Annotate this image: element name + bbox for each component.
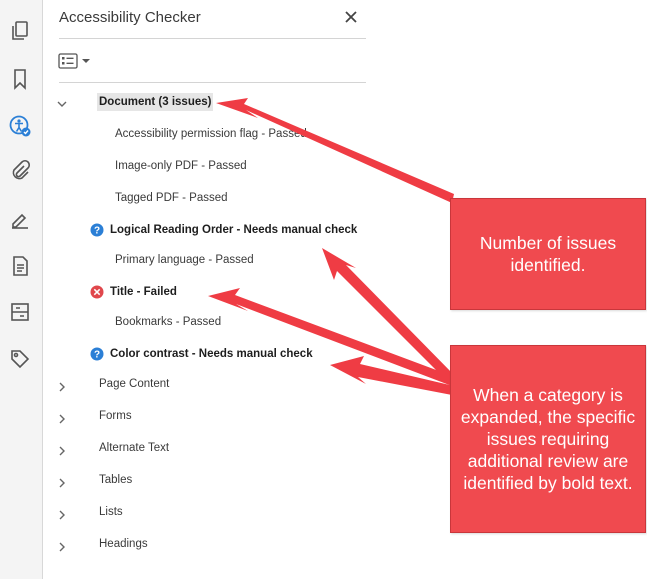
category-forms[interactable]: Forms	[99, 405, 132, 427]
svg-text:?: ?	[94, 226, 100, 237]
tree-item[interactable]: Bookmarks - Passed	[115, 311, 221, 333]
category-label: Page Content	[99, 378, 170, 390]
tool-rail	[0, 0, 43, 579]
chevron-right-icon[interactable]	[56, 509, 68, 521]
chevron-right-icon[interactable]	[56, 445, 68, 457]
tree-item-label: Title - Failed	[110, 286, 177, 298]
category-label: Headings	[99, 538, 148, 550]
tree-item-issue[interactable]: ? Color contrast - Needs manual check	[90, 343, 313, 365]
category-headings[interactable]: Headings	[99, 533, 148, 555]
category-label: Tables	[99, 474, 133, 486]
chevron-right-icon[interactable]	[56, 541, 68, 553]
tree-item-label: Logical Reading Order - Needs manual che…	[110, 224, 358, 236]
category-label: Alternate Text	[99, 442, 170, 454]
tree-item-issue[interactable]: ? Logical Reading Order - Needs manual c…	[90, 219, 357, 241]
callout-issue-count-text: Number of issues identified.	[479, 233, 617, 275]
chevron-right-icon[interactable]	[56, 381, 68, 393]
help-icon: ?	[90, 223, 104, 237]
category-tables[interactable]: Tables	[99, 469, 132, 491]
tree-item-label: Image-only PDF - Passed	[115, 160, 247, 172]
tree-item-label: Tagged PDF - Passed	[115, 192, 228, 204]
tree-item[interactable]: Image-only PDF - Passed	[115, 155, 247, 177]
caret-down-icon	[82, 59, 90, 63]
options-button[interactable]	[58, 50, 96, 72]
chevron-right-icon[interactable]	[56, 477, 68, 489]
tree-item[interactable]: Accessibility permission flag - Passed	[115, 123, 307, 145]
callout-expanded-text: When a category is expanded, the specifi…	[460, 385, 636, 493]
tree-item-label: Color contrast - Needs manual check	[110, 348, 313, 360]
close-icon	[345, 11, 357, 23]
tag-icon[interactable]	[7, 346, 33, 372]
callout-issue-count: Number of issues identified.	[450, 198, 646, 310]
tree-item[interactable]: Primary language - Passed	[115, 249, 254, 271]
bookmark-icon[interactable]	[7, 66, 33, 92]
category-label: Lists	[99, 506, 123, 518]
divider	[59, 82, 366, 83]
pages-icon[interactable]	[7, 18, 33, 44]
document-icon[interactable]	[7, 253, 33, 279]
accessibility-checker-panel: Accessibility Checker Document (3 issues…	[43, 0, 383, 579]
callout-expanded-category: When a category is expanded, the specifi…	[450, 345, 646, 533]
chevron-right-icon[interactable]	[56, 413, 68, 425]
accessibility-icon[interactable]	[7, 113, 33, 139]
help-icon: ?	[90, 347, 104, 361]
category-page-content[interactable]: Page Content	[99, 373, 169, 395]
options-list-icon	[58, 53, 78, 69]
tree-item-issue[interactable]: Title - Failed	[90, 281, 177, 303]
tree-item-label: Primary language - Passed	[115, 254, 254, 266]
close-button[interactable]	[339, 5, 363, 29]
document-label: Document (3 issues)	[97, 93, 214, 111]
signature-icon[interactable]	[7, 206, 33, 232]
category-lists[interactable]: Lists	[99, 501, 123, 523]
tree-item[interactable]: Tagged PDF - Passed	[115, 187, 228, 209]
chevron-down-icon[interactable]	[56, 98, 68, 110]
tree-document[interactable]: Document (3 issues)	[97, 91, 214, 113]
panel-title: Accessibility Checker	[59, 9, 201, 26]
divider	[59, 38, 366, 39]
svg-text:?: ?	[94, 350, 100, 361]
failed-icon	[90, 285, 104, 299]
compare-icon[interactable]	[7, 299, 33, 325]
category-label: Forms	[99, 410, 132, 422]
attachment-icon[interactable]	[7, 158, 33, 184]
tree-item-label: Bookmarks - Passed	[115, 316, 222, 328]
tree-item-label: Accessibility permission flag - Passed	[115, 128, 307, 140]
category-alternate-text[interactable]: Alternate Text	[99, 437, 169, 459]
